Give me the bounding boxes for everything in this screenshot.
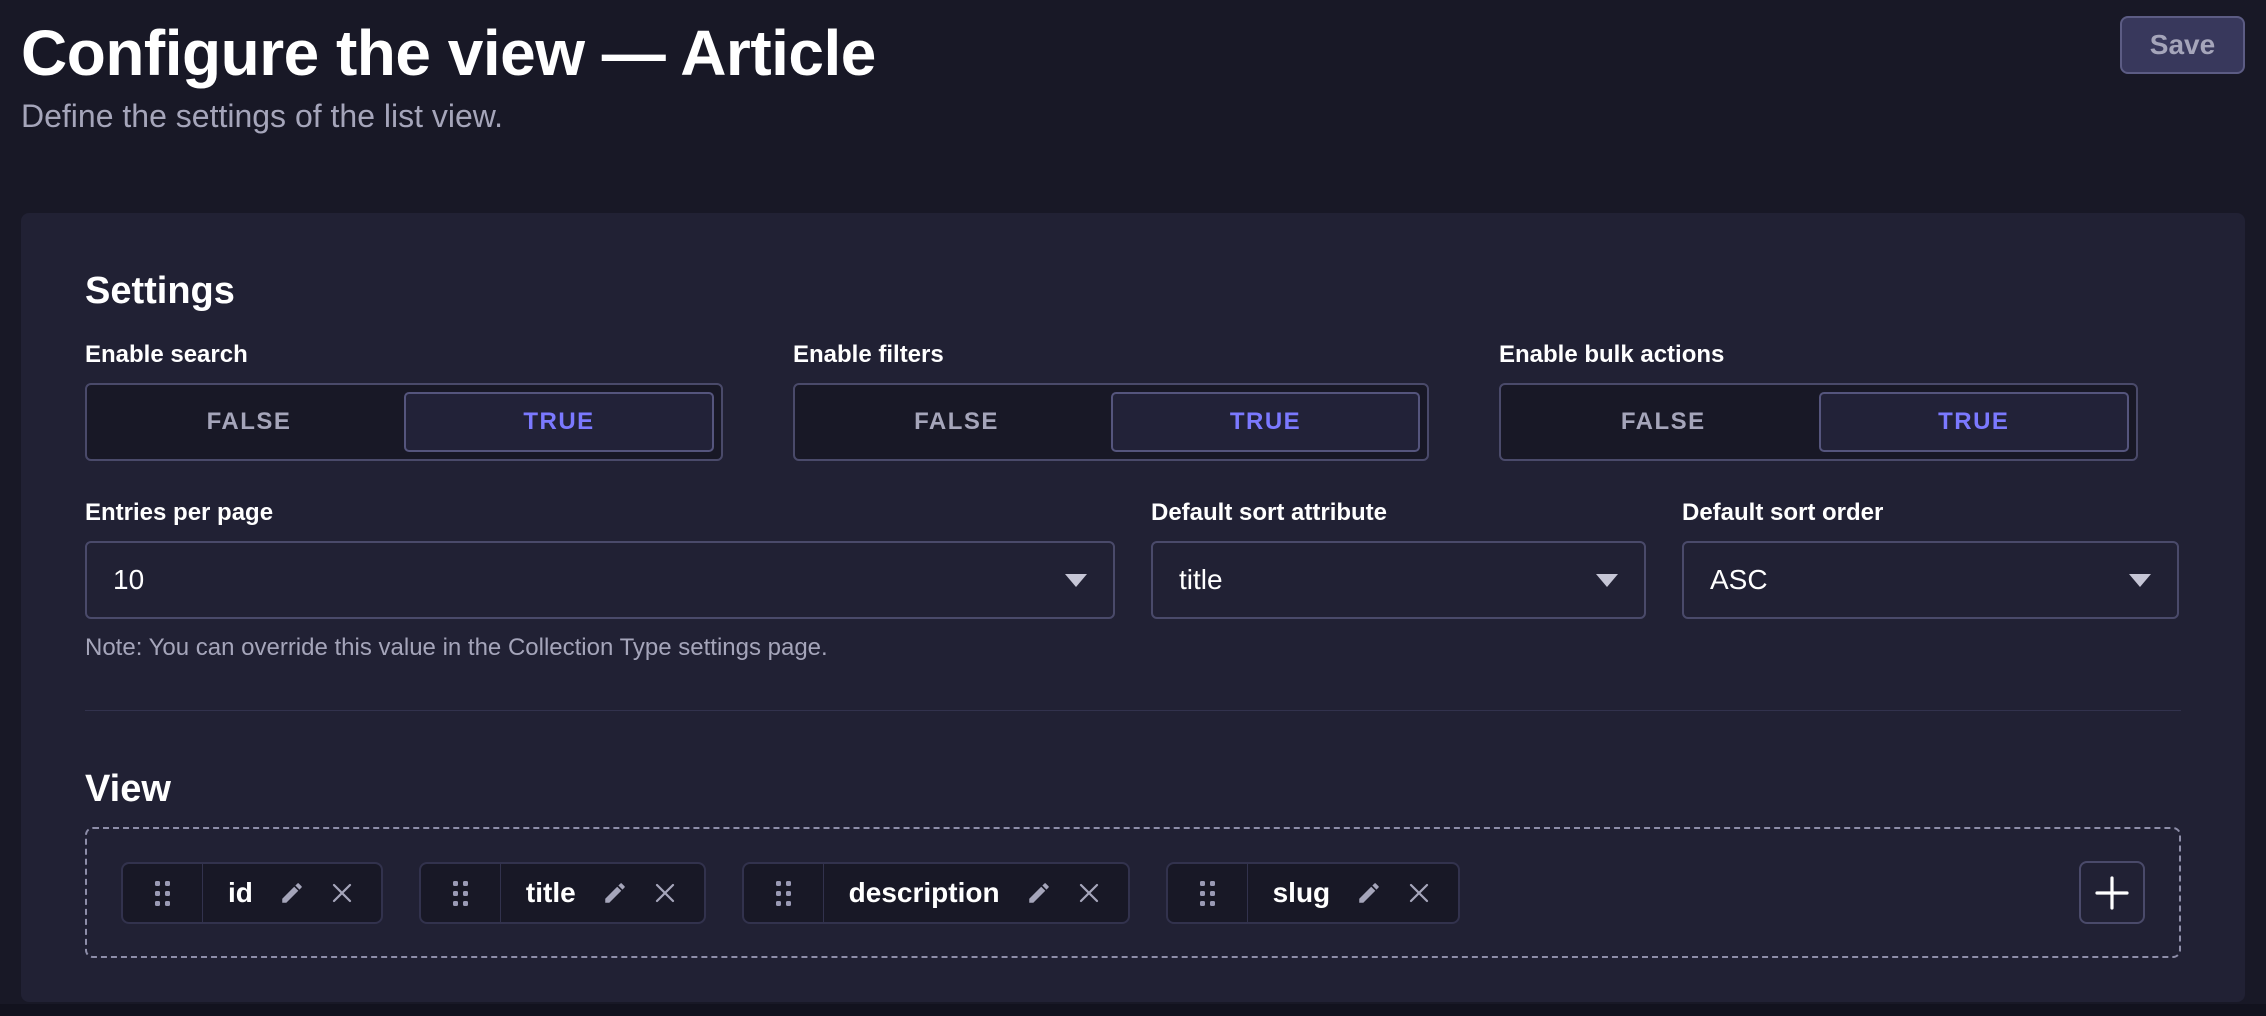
enable-search-toggle: FALSE TRUE xyxy=(85,383,723,461)
default-sort-order-select[interactable]: ASC xyxy=(1682,541,2179,619)
plus-icon xyxy=(2094,875,2130,911)
close-icon xyxy=(1408,882,1430,904)
enable-bulk-actions-false-option[interactable]: FALSE xyxy=(1508,392,1819,452)
remove-field-button[interactable] xyxy=(331,882,353,904)
edit-field-button[interactable] xyxy=(602,880,628,906)
default-sort-attribute-field: Default sort attribute title xyxy=(1151,499,1646,661)
enable-bulk-actions-field: Enable bulk actions FALSE TRUE xyxy=(1499,341,2138,461)
entries-per-page-note: Note: You can override this value in the… xyxy=(85,635,1115,661)
pencil-icon xyxy=(602,880,628,906)
page-title: Configure the view — Article xyxy=(21,16,876,90)
chip-body: id xyxy=(203,864,381,922)
remove-field-button[interactable] xyxy=(1078,882,1100,904)
field-chip-label: id xyxy=(228,877,253,909)
default-sort-order-value: ASC xyxy=(1710,564,1768,596)
pencil-icon xyxy=(279,880,305,906)
drag-handle-icon xyxy=(775,879,792,907)
add-field-button[interactable] xyxy=(2079,861,2145,924)
select-row: Entries per page 10 Note: You can overri… xyxy=(85,499,2181,661)
edit-field-button[interactable] xyxy=(1026,880,1052,906)
default-sort-attribute-select[interactable]: title xyxy=(1151,541,1646,619)
drag-handle-icon[interactable] xyxy=(123,864,203,922)
drag-handle-icon xyxy=(452,879,469,907)
entries-per-page-label: Entries per page xyxy=(85,499,1115,527)
entries-per-page-select[interactable]: 10 xyxy=(85,541,1115,619)
edit-field-button[interactable] xyxy=(279,880,305,906)
default-sort-order-field: Default sort order ASC xyxy=(1682,499,2179,661)
chevron-down-icon xyxy=(2129,574,2151,587)
page-subtitle: Define the settings of the list view. xyxy=(21,98,876,135)
chip-body: slug xyxy=(1248,864,1459,922)
chevron-down-icon xyxy=(1596,574,1618,587)
drag-handle-icon xyxy=(154,879,171,907)
enable-bulk-actions-label: Enable bulk actions xyxy=(1499,341,2138,369)
field-chip-slug[interactable]: slug xyxy=(1166,862,1461,924)
enable-bulk-actions-toggle: FALSE TRUE xyxy=(1499,383,2138,461)
view-fields-dropzone: id xyxy=(85,827,2181,958)
drag-handle-icon[interactable] xyxy=(744,864,824,922)
enable-search-field: Enable search FALSE TRUE xyxy=(85,341,723,461)
enable-filters-false-option[interactable]: FALSE xyxy=(802,392,1111,452)
entries-per-page-value: 10 xyxy=(113,564,144,596)
enable-filters-label: Enable filters xyxy=(793,341,1429,369)
chip-body: title xyxy=(501,864,704,922)
bottom-edge-strip xyxy=(0,1004,2266,1016)
enable-search-false-option[interactable]: FALSE xyxy=(94,392,404,452)
drag-handle-icon[interactable] xyxy=(1168,864,1248,922)
enable-bulk-actions-true-option[interactable]: TRUE xyxy=(1819,392,2130,452)
default-sort-order-label: Default sort order xyxy=(1682,499,2179,527)
settings-heading: Settings xyxy=(85,269,2181,313)
save-button[interactable]: Save xyxy=(2120,16,2245,74)
field-chip-id[interactable]: id xyxy=(121,862,383,924)
enable-filters-toggle: FALSE TRUE xyxy=(793,383,1429,461)
chevron-down-icon xyxy=(1065,574,1087,587)
toggle-row: Enable search FALSE TRUE Enable filters … xyxy=(85,341,2181,461)
close-icon xyxy=(1078,882,1100,904)
configure-view-card: Settings Enable search FALSE TRUE Enable… xyxy=(21,213,2245,1002)
enable-search-label: Enable search xyxy=(85,341,723,369)
drag-handle-icon[interactable] xyxy=(421,864,501,922)
field-chip-label: title xyxy=(526,877,576,909)
remove-field-button[interactable] xyxy=(1408,882,1430,904)
page-header: Configure the view — Article Define the … xyxy=(0,0,2266,135)
default-sort-attribute-value: title xyxy=(1179,564,1223,596)
default-sort-attribute-label: Default sort attribute xyxy=(1151,499,1646,527)
field-chip-description[interactable]: description xyxy=(742,862,1130,924)
entries-per-page-field: Entries per page 10 Note: You can overri… xyxy=(85,499,1115,661)
pencil-icon xyxy=(1356,880,1382,906)
edit-field-button[interactable] xyxy=(1356,880,1382,906)
field-chip-label: slug xyxy=(1273,877,1331,909)
enable-filters-field: Enable filters FALSE TRUE xyxy=(793,341,1429,461)
enable-filters-true-option[interactable]: TRUE xyxy=(1111,392,1420,452)
field-chip-title[interactable]: title xyxy=(419,862,706,924)
close-icon xyxy=(654,882,676,904)
close-icon xyxy=(331,882,353,904)
section-divider xyxy=(85,710,2181,711)
field-chip-label: description xyxy=(849,877,1000,909)
pencil-icon xyxy=(1026,880,1052,906)
remove-field-button[interactable] xyxy=(654,882,676,904)
enable-search-true-option[interactable]: TRUE xyxy=(404,392,714,452)
chip-body: description xyxy=(824,864,1128,922)
view-heading: View xyxy=(85,767,2181,811)
header-text: Configure the view — Article Define the … xyxy=(21,16,876,135)
drag-handle-icon xyxy=(1199,879,1216,907)
